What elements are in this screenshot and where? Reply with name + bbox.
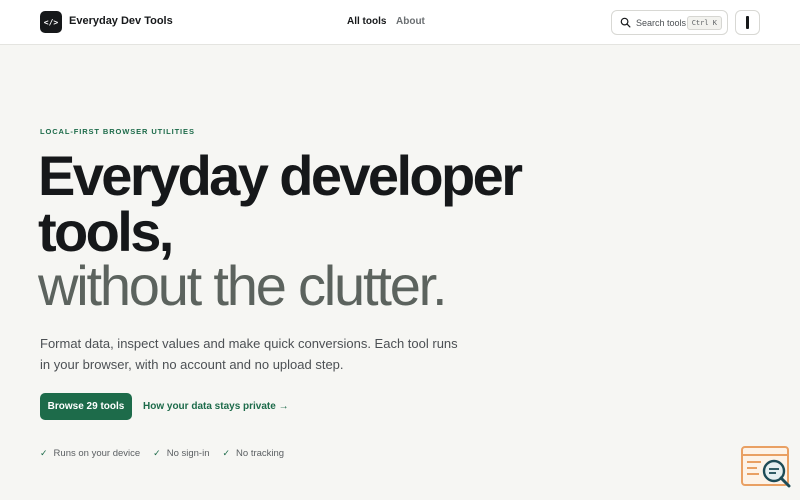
privacy-link[interactable]: How your data stays private →	[143, 401, 289, 412]
hero-description: Format data, inspect values and make qui…	[40, 336, 458, 372]
menu-icon	[746, 16, 749, 29]
hero-title-line2: tools,	[38, 200, 174, 263]
check-icon: ✓	[153, 448, 161, 458]
hero-title-line3: without the clutter.	[38, 254, 448, 317]
check-icon: ✓	[40, 448, 48, 458]
search-button[interactable]: Search tools Ctrl K	[611, 10, 728, 35]
menu-button[interactable]	[735, 10, 760, 35]
feature-label: No tracking	[236, 448, 285, 459]
keyboard-shortcut: Ctrl K	[686, 16, 722, 30]
browse-tools-button[interactable]: Browse 29 tools	[40, 393, 132, 420]
check-icon: ✓	[222, 448, 231, 458]
feature-list: ✓ Runs on your device ✓ No sign-in ✓ No …	[40, 448, 297, 459]
search-label: Search tools	[636, 17, 687, 28]
feature-item: ✓ No sign-in	[153, 448, 209, 459]
nav-all-tools[interactable]: All tools	[347, 16, 386, 27]
feature-label: No sign-in	[166, 448, 210, 459]
feature-item: ✓ Runs on your device	[40, 448, 140, 459]
browser-search-icon[interactable]	[741, 446, 791, 488]
hero-title-line1: Everyday developer	[38, 144, 523, 207]
feature-item: ✓ No tracking	[222, 448, 284, 459]
site-header: </> Everyday Dev Tools All tools About S…	[0, 0, 800, 45]
logo-icon[interactable]: </>	[40, 11, 62, 33]
brand-name[interactable]: Everyday Dev Tools	[69, 15, 173, 27]
search-icon	[620, 17, 631, 28]
hero-eyebrow: LOCAL-FIRST BROWSER UTILITIES	[40, 127, 195, 136]
feature-label: Runs on your device	[53, 448, 141, 459]
nav-about[interactable]: About	[396, 16, 425, 27]
